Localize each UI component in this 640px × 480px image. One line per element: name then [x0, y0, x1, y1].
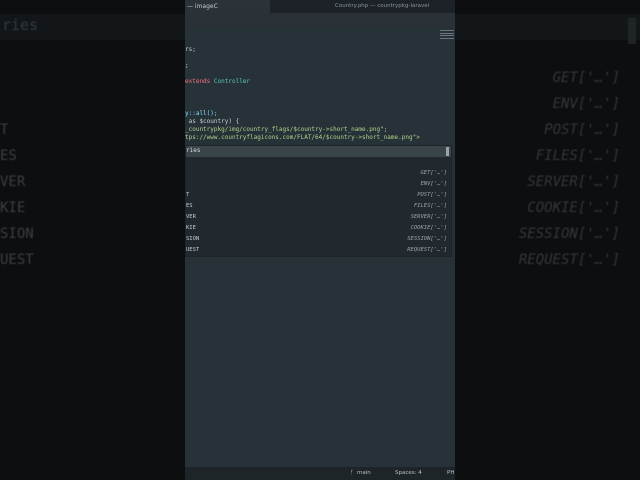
- branch-status[interactable]: main: [357, 467, 371, 480]
- title-bar: — imageC Country.php — countrypkg-larave…: [185, 0, 455, 13]
- autocomplete-item-detail: GET['…']: [420, 170, 448, 176]
- indentation-status[interactable]: Spaces: 4: [395, 467, 422, 480]
- autocomplete-selected-row[interactable]: ries: [186, 146, 451, 157]
- autocomplete-item[interactable]: SION SESSION['…']: [186, 234, 451, 244]
- autocomplete-item-detail: ENV['…']: [420, 181, 448, 187]
- autocomplete-item-label: ES: [186, 203, 193, 209]
- git-branch-icon: ᚠ: [350, 470, 354, 476]
- autocomplete-header: ries: [186, 147, 201, 154]
- autocomplete-item-detail: SESSION['…']: [407, 236, 447, 242]
- autocomplete-item-label: UEST: [186, 247, 200, 253]
- code-line: _countrypkg/img/country_flags/$country->…: [185, 126, 388, 133]
- autocomplete-item-label: VER: [186, 214, 196, 220]
- autocomplete-popup: ries GET['…'] ENV['…'] T POST['…'] ES FILES['…: [185, 145, 452, 257]
- autocomplete-item[interactable]: ES FILES['…']: [186, 201, 451, 211]
- code-line: as $country) {: [185, 118, 240, 125]
- autocomplete-item-detail: POST['…']: [417, 192, 447, 198]
- code-line: rs;: [185, 46, 196, 53]
- status-bar: ᚠ main Spaces: 4 PH: [185, 467, 455, 480]
- autocomplete-item-detail: COOKIE['…']: [410, 225, 447, 231]
- code-line: y::all();: [185, 110, 218, 117]
- editor-tab[interactable]: — imageC: [185, 0, 270, 13]
- autocomplete-item-detail: SERVER['…']: [410, 214, 447, 220]
- autocomplete-item[interactable]: VER SERVER['…']: [186, 212, 451, 222]
- editor-window: — imageC Country.php — countrypkg-larave…: [185, 0, 455, 480]
- breadcrumb-bar: [185, 13, 455, 27]
- popup-scrollbar[interactable]: [446, 147, 449, 156]
- autocomplete-item[interactable]: ENV['…']: [186, 179, 451, 189]
- minimap[interactable]: [440, 30, 454, 42]
- language-status[interactable]: PH: [447, 467, 454, 480]
- window-title: Country.php — countrypkg-laravel: [335, 3, 430, 9]
- code-line: tps://www.countryflagicons.com/FLAT/64/$…: [185, 134, 420, 141]
- autocomplete-item[interactable]: KIE COOKIE['…']: [186, 223, 451, 233]
- autocomplete-item-detail: FILES['…']: [413, 203, 447, 209]
- autocomplete-item-label: SION: [186, 236, 200, 242]
- autocomplete-item[interactable]: T POST['…']: [186, 190, 451, 200]
- autocomplete-item-label: T: [186, 192, 190, 198]
- autocomplete-item[interactable]: UEST REQUEST['…']: [186, 245, 451, 255]
- autocomplete-item-label: KIE: [186, 225, 196, 231]
- autocomplete-item-detail: REQUEST['…']: [407, 247, 447, 253]
- code-line: extends Controller: [185, 78, 251, 85]
- code-line: ;: [185, 62, 189, 69]
- autocomplete-item[interactable]: GET['…']: [186, 168, 451, 178]
